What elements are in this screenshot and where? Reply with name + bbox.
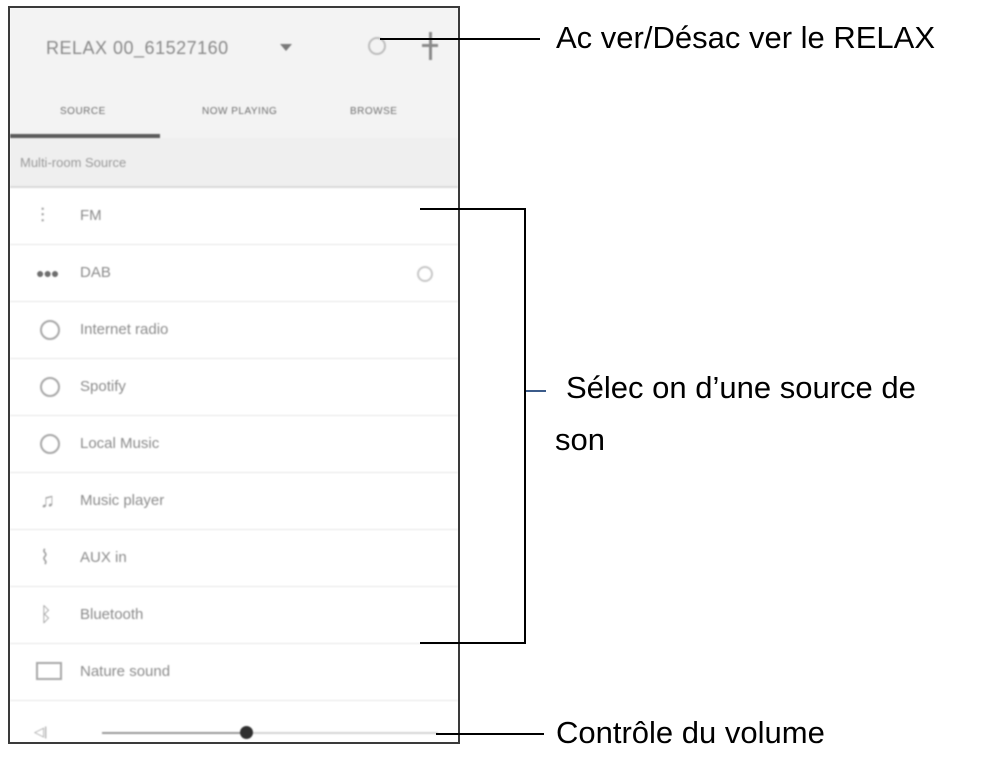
callout-line-source (526, 390, 546, 392)
aux-in-icon: ⌇ (40, 547, 50, 569)
bluetooth-icon: ᛒ (40, 604, 52, 626)
callout-power-text: Ac ver/Désac ver le RELAX (556, 20, 936, 55)
app-screenshot: RELAX 00_61527160 SOURCE NOW PLAYING BRO… (8, 6, 460, 744)
app-header: RELAX 00_61527160 (10, 8, 458, 88)
device-selector[interactable]: RELAX 00_61527160 (46, 38, 229, 59)
callout-bracket-top (420, 208, 526, 210)
source-item-music-player[interactable]: ♫ Music player (10, 473, 458, 530)
source-item-dab[interactable]: ●●● DAB (10, 245, 458, 302)
section-header: Multi-room Source (10, 138, 458, 188)
nature-sound-icon (36, 662, 62, 680)
plus-icon[interactable] (422, 32, 438, 60)
source-label: Bluetooth (80, 606, 144, 623)
section-title: Multi-room Source (20, 155, 127, 170)
speaker-icon: ◁| (34, 724, 48, 739)
source-item-nature-sound[interactable]: Nature sound (10, 644, 458, 701)
volume-fill (102, 732, 247, 734)
source-label: AUX in (80, 549, 127, 566)
callout-volume-text: Contrôle du volume (556, 715, 825, 750)
source-label: Nature sound (80, 663, 171, 680)
music-note-icon: ♫ (40, 490, 55, 512)
callout-bracket-bottom (420, 642, 526, 644)
source-item-local-music[interactable]: Local Music (10, 416, 458, 473)
volume-control: ◁| (10, 708, 458, 742)
callout-source-text-2: son (555, 422, 605, 457)
source-list: ⫶ FM ●●● DAB Internet radio Spotify Loca… (10, 188, 458, 701)
source-label: DAB (80, 264, 111, 281)
settings-icon[interactable] (417, 266, 433, 282)
spotify-icon (40, 377, 60, 397)
source-item-fm[interactable]: ⫶ FM (10, 188, 458, 245)
callout-line-volume (436, 733, 544, 735)
volume-slider-handle[interactable] (240, 726, 254, 739)
local-music-icon (40, 434, 60, 454)
callout-source-text-1: Sélec on d’une source de (566, 370, 916, 405)
source-label: Local Music (80, 435, 160, 452)
internet-radio-icon (40, 320, 60, 340)
callout-bracket-side (524, 208, 526, 644)
source-label: FM (80, 207, 102, 224)
dab-icon: ●●● (36, 265, 59, 281)
fm-radio-icon: ⫶ (40, 205, 45, 227)
callout-line-power (380, 38, 540, 40)
caret-down-icon[interactable] (280, 44, 292, 51)
tab-now-playing[interactable]: NOW PLAYING (202, 106, 277, 117)
tab-bar: SOURCE NOW PLAYING BROWSE (10, 88, 458, 138)
source-item-aux-in[interactable]: ⌇ AUX in (10, 530, 458, 587)
source-label: Music player (80, 492, 165, 509)
source-item-spotify[interactable]: Spotify (10, 359, 458, 416)
tab-browse[interactable]: BROWSE (350, 106, 397, 117)
source-item-internet-radio[interactable]: Internet radio (10, 302, 458, 359)
source-item-bluetooth[interactable]: ᛒ Bluetooth (10, 587, 458, 644)
source-label: Internet radio (80, 321, 169, 338)
source-label: Spotify (80, 378, 126, 395)
tab-source[interactable]: SOURCE (60, 106, 106, 117)
